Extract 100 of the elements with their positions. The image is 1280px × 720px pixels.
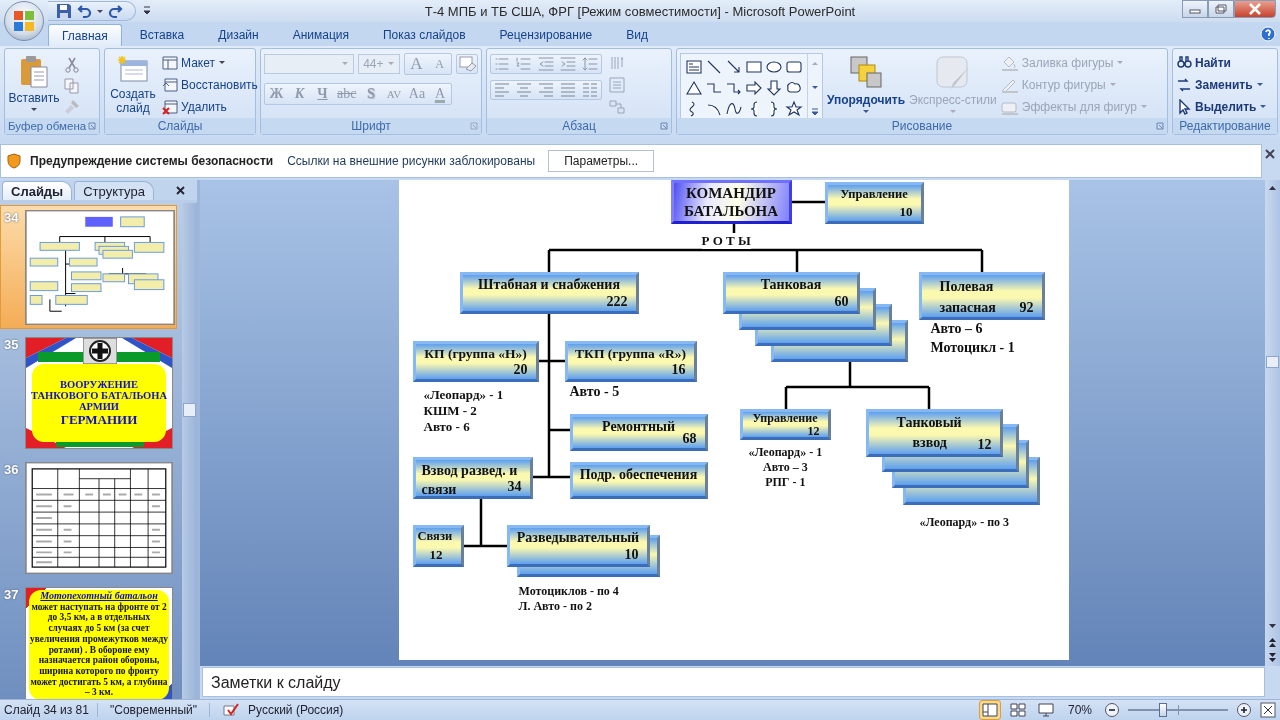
ribbon-tab[interactable]: Рецензирование [483, 24, 609, 46]
paste-button[interactable]: Вставить [8, 51, 60, 116]
stacked-squares-icon[interactable] [849, 55, 883, 91]
box-title: КП (группа «Н») [424, 345, 527, 362]
caret-icon[interactable] [1259, 104, 1268, 110]
thumbnail-title: ВООРУЖЕНИЕ [60, 379, 138, 390]
four-squares-icon[interactable] [13, 10, 35, 32]
slide-number: 35 [4, 337, 19, 352]
scroll-thumb[interactable] [1266, 356, 1279, 368]
scroll-thumb[interactable] [183, 403, 196, 417]
zoom-out-icon[interactable] [1104, 702, 1120, 718]
new-slide-button[interactable]: Создать слайд [108, 51, 158, 116]
pane-tab[interactable]: Структура [74, 181, 154, 200]
ribbon-tab[interactable]: Анимация [276, 24, 365, 46]
down-arrow-icon[interactable] [765, 78, 783, 97]
theme-name: "Современный" [96, 703, 211, 717]
caret-icon[interactable] [217, 60, 226, 66]
box-title: Танковая [760, 276, 822, 293]
ribbon-tab[interactable]: Дизайн [202, 24, 275, 46]
ribbon-tab[interactable]: Показ слайдов [367, 24, 482, 46]
box-title: Ремонтный [602, 418, 675, 435]
eraser-icon[interactable] [457, 55, 477, 73]
ribbon-tab[interactable]: Главная [48, 24, 122, 46]
view-icon[interactable] [979, 701, 1000, 719]
ribbon-item[interactable]: Выделить [1176, 98, 1268, 116]
group-label: Слайды [157, 119, 203, 133]
box-title: связи [421, 481, 457, 499]
box-count: 92 [1019, 299, 1034, 316]
reset-icon[interactable] [162, 77, 178, 93]
fit-to-window-icon[interactable] [1260, 702, 1276, 718]
scrollbar[interactable] [1265, 180, 1280, 666]
arrange-button[interactable]: Упорядочить [827, 51, 905, 116]
layout-icon[interactable] [162, 55, 178, 71]
undo-icon[interactable] [75, 3, 93, 19]
swap-arrows-icon[interactable] [1176, 77, 1192, 93]
customize-caret-icon[interactable] [142, 5, 152, 17]
view-icon[interactable] [1035, 701, 1056, 719]
notes-field[interactable]: Заметки к слайду [202, 667, 1265, 697]
ribbon-item[interactable]: Восстановить [162, 76, 258, 94]
scissors-icon[interactable] [64, 57, 80, 73]
group-label: Буфер обмена [8, 120, 87, 132]
box-note: Авто - 5 [569, 384, 620, 399]
clipboard-icon[interactable] [18, 55, 50, 89]
caret-icon[interactable] [30, 107, 38, 113]
close-button[interactable] [1234, 0, 1276, 18]
ribbon-item[interactable]: Макет [162, 54, 258, 72]
slider-thumb[interactable] [1159, 703, 1167, 717]
ribbon-tab[interactable]: Вставка [123, 24, 201, 46]
options-button[interactable]: Параметры... [548, 150, 655, 172]
delete-icon[interactable] [162, 99, 178, 115]
box-note: Мотоцикл - 1 [930, 339, 1015, 357]
minimize-button[interactable] [1182, 0, 1208, 18]
security-title: Предупреждение системы безопасности [30, 154, 274, 168]
box-count: 12 [977, 436, 992, 453]
launcher-icon[interactable] [88, 122, 96, 130]
binoculars-icon[interactable] [1176, 55, 1192, 71]
group-label: Рисование [891, 119, 953, 133]
close-icon[interactable] [1265, 149, 1275, 159]
box-title: запасная [939, 299, 996, 317]
zoom-slider[interactable] [1128, 703, 1228, 717]
slide-thumbnail[interactable] [25, 210, 175, 325]
box-note: «Леопард» - 1 [748, 445, 823, 460]
zoom-level[interactable]: 70% [1067, 703, 1092, 717]
launcher-icon[interactable] [660, 122, 668, 130]
slide-number: 37 [4, 587, 19, 602]
spell-check-icon[interactable] [222, 703, 241, 717]
box-count: 12 [807, 425, 820, 437]
caret-icon[interactable] [862, 109, 870, 115]
slide-number: 36 [4, 462, 19, 477]
box-note: Мотоциклов - по 4 [518, 584, 619, 599]
ribbon-item[interactable]: Удалить [162, 98, 258, 116]
star-icon[interactable] [785, 99, 803, 118]
box-title: Полевая [939, 278, 994, 296]
right-arrow-icon[interactable] [745, 78, 763, 97]
group-label: Редактирование [1179, 119, 1271, 133]
box-count: 68 [682, 430, 697, 447]
slide-thumbnail[interactable] [25, 462, 173, 574]
ribbon-item[interactable]: Найти [1176, 54, 1268, 72]
save-icon[interactable] [56, 3, 72, 19]
launcher-icon[interactable] [1156, 122, 1164, 130]
box-note: Авто – 3 [763, 460, 808, 475]
box-note: «Леопард» - 1 [423, 387, 504, 403]
view-icon[interactable] [1007, 701, 1028, 719]
help-icon[interactable] [1260, 26, 1276, 42]
ribbon-item[interactable]: Заменить [1176, 76, 1268, 94]
redo-icon[interactable] [107, 3, 125, 19]
caret-icon[interactable] [1255, 82, 1264, 88]
thumbnail-title: АРМИИ [78, 401, 119, 412]
window-title: Т-4 МПБ и ТБ США, ФРГ [Режим совместимости] - Microsoft PowerPoint [423, 3, 857, 19]
restore-icon[interactable] [1215, 4, 1227, 14]
zoom-in-icon[interactable] [1236, 702, 1252, 718]
maximize-button[interactable] [1208, 0, 1234, 18]
scrollbar[interactable] [182, 203, 197, 699]
close-icon[interactable] [176, 186, 185, 195]
pane-tab[interactable]: Слайды [2, 181, 73, 200]
group-label: Абзац [562, 119, 596, 133]
language[interactable]: Русский (Россия) [248, 703, 344, 717]
cursor-icon[interactable] [1176, 99, 1192, 115]
thumbnail-text: Мотопехотный батальон может наступать на фронте от 2 до 3,5 км, а в отдельных случаях до 5 км (за счет увеличения промежутков между ротами) . В обороне ему назначается район обороны, ширина которого по фронту может достигать 5 км, а глубина – 3 км. [30, 591, 168, 699]
ribbon-tab[interactable]: Вид [610, 24, 664, 46]
